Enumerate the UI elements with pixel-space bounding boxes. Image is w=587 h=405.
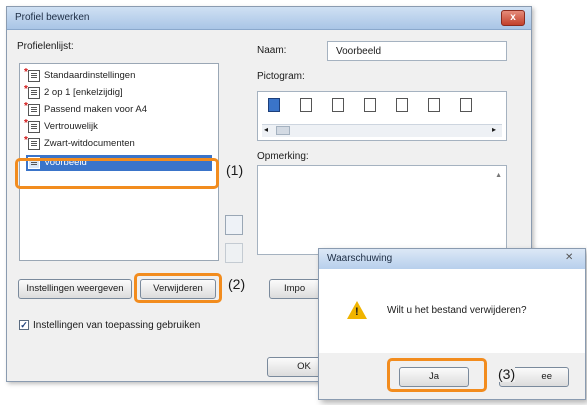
default-star-icon: * <box>24 118 28 129</box>
default-star-icon: * <box>24 101 28 112</box>
callout-1: (1) <box>226 162 244 178</box>
pictogram-scrollbar[interactable]: ◂ ▸ <box>262 124 502 137</box>
name-label: Naam: <box>257 45 287 56</box>
warning-titlebar[interactable]: Waarschuwing ✕ <box>319 249 585 270</box>
list-item[interactable]: * Standaardinstellingen <box>24 67 212 84</box>
pictogram-icon[interactable] <box>460 98 472 112</box>
highlight-selected-profile <box>15 158 219 189</box>
default-star-icon: * <box>24 84 28 95</box>
callout-2: (2) <box>228 276 246 292</box>
pictogram-icon[interactable] <box>300 98 312 112</box>
highlight-yes-button <box>387 358 487 392</box>
profile-icon <box>28 70 40 82</box>
list-item[interactable]: * Passend maken voor A4 <box>24 101 212 118</box>
warning-title: Waarschuwing <box>327 253 393 264</box>
default-star-icon: * <box>24 67 28 78</box>
close-button[interactable]: x <box>501 10 525 26</box>
profile-icon <box>28 138 40 150</box>
pictogram-icon[interactable] <box>396 98 408 112</box>
pictogram-label: Pictogram: <box>257 71 305 82</box>
list-item-label: Standaardinstellingen <box>44 70 136 81</box>
list-item[interactable]: * Zwart-witdocumenten <box>24 135 212 152</box>
name-field-value: Voorbeeld <box>336 46 382 57</box>
default-star-icon: * <box>24 135 28 146</box>
callout-3: (3) <box>498 366 516 382</box>
scroll-up-icon[interactable]: ▲ <box>495 172 502 179</box>
scroll-right-icon[interactable]: ▸ <box>492 125 496 134</box>
profile-icon <box>28 87 40 99</box>
pictogram-icon[interactable] <box>364 98 376 112</box>
pictogram-selector[interactable]: ◂ ▸ <box>257 91 507 141</box>
dialog-titlebar[interactable]: Profiel bewerken x <box>7 7 531 30</box>
pictogram-icon[interactable] <box>428 98 440 112</box>
list-item-label: Passend maken voor A4 <box>44 104 147 115</box>
list-item-label: Zwart-witdocumenten <box>44 138 135 149</box>
pictogram-icon[interactable] <box>268 98 280 112</box>
use-settings-checkbox[interactable]: ✓ <box>19 320 29 330</box>
list-item-label: 2 op 1 [enkelzijdig] <box>44 87 123 98</box>
name-field[interactable]: Voorbeeld <box>327 41 507 61</box>
use-settings-label: Instellingen van toepassing gebruiken <box>33 320 201 331</box>
list-item[interactable]: * 2 op 1 [enkelzijdig] <box>24 84 212 101</box>
warning-icon-mark: ! <box>355 306 359 318</box>
show-settings-button[interactable]: Instellingen weergeven <box>18 279 132 299</box>
list-item-label: Vertrouwelijk <box>44 121 98 132</box>
profile-icon <box>28 121 40 133</box>
highlight-delete-button <box>134 273 222 303</box>
warning-body: ! Wilt u het bestand verwijderen? <box>319 269 585 353</box>
profile-list-label: Profielenlijst: <box>17 41 74 52</box>
profile-icon <box>28 104 40 116</box>
dialog-title: Profiel bewerken <box>15 12 90 23</box>
comment-label: Opmerking: <box>257 151 309 162</box>
pictogram-icon[interactable] <box>332 98 344 112</box>
scroll-thumb[interactable] <box>276 126 290 135</box>
warning-message: Wilt u het bestand verwijderen? <box>387 305 527 316</box>
list-item[interactable]: * Vertrouwelijk <box>24 118 212 135</box>
close-icon[interactable]: ✕ <box>565 252 573 263</box>
comment-field[interactable]: ▲ <box>257 165 507 255</box>
move-down-button[interactable] <box>225 243 243 263</box>
scroll-left-icon[interactable]: ◂ <box>264 125 268 134</box>
move-up-button[interactable] <box>225 215 243 235</box>
